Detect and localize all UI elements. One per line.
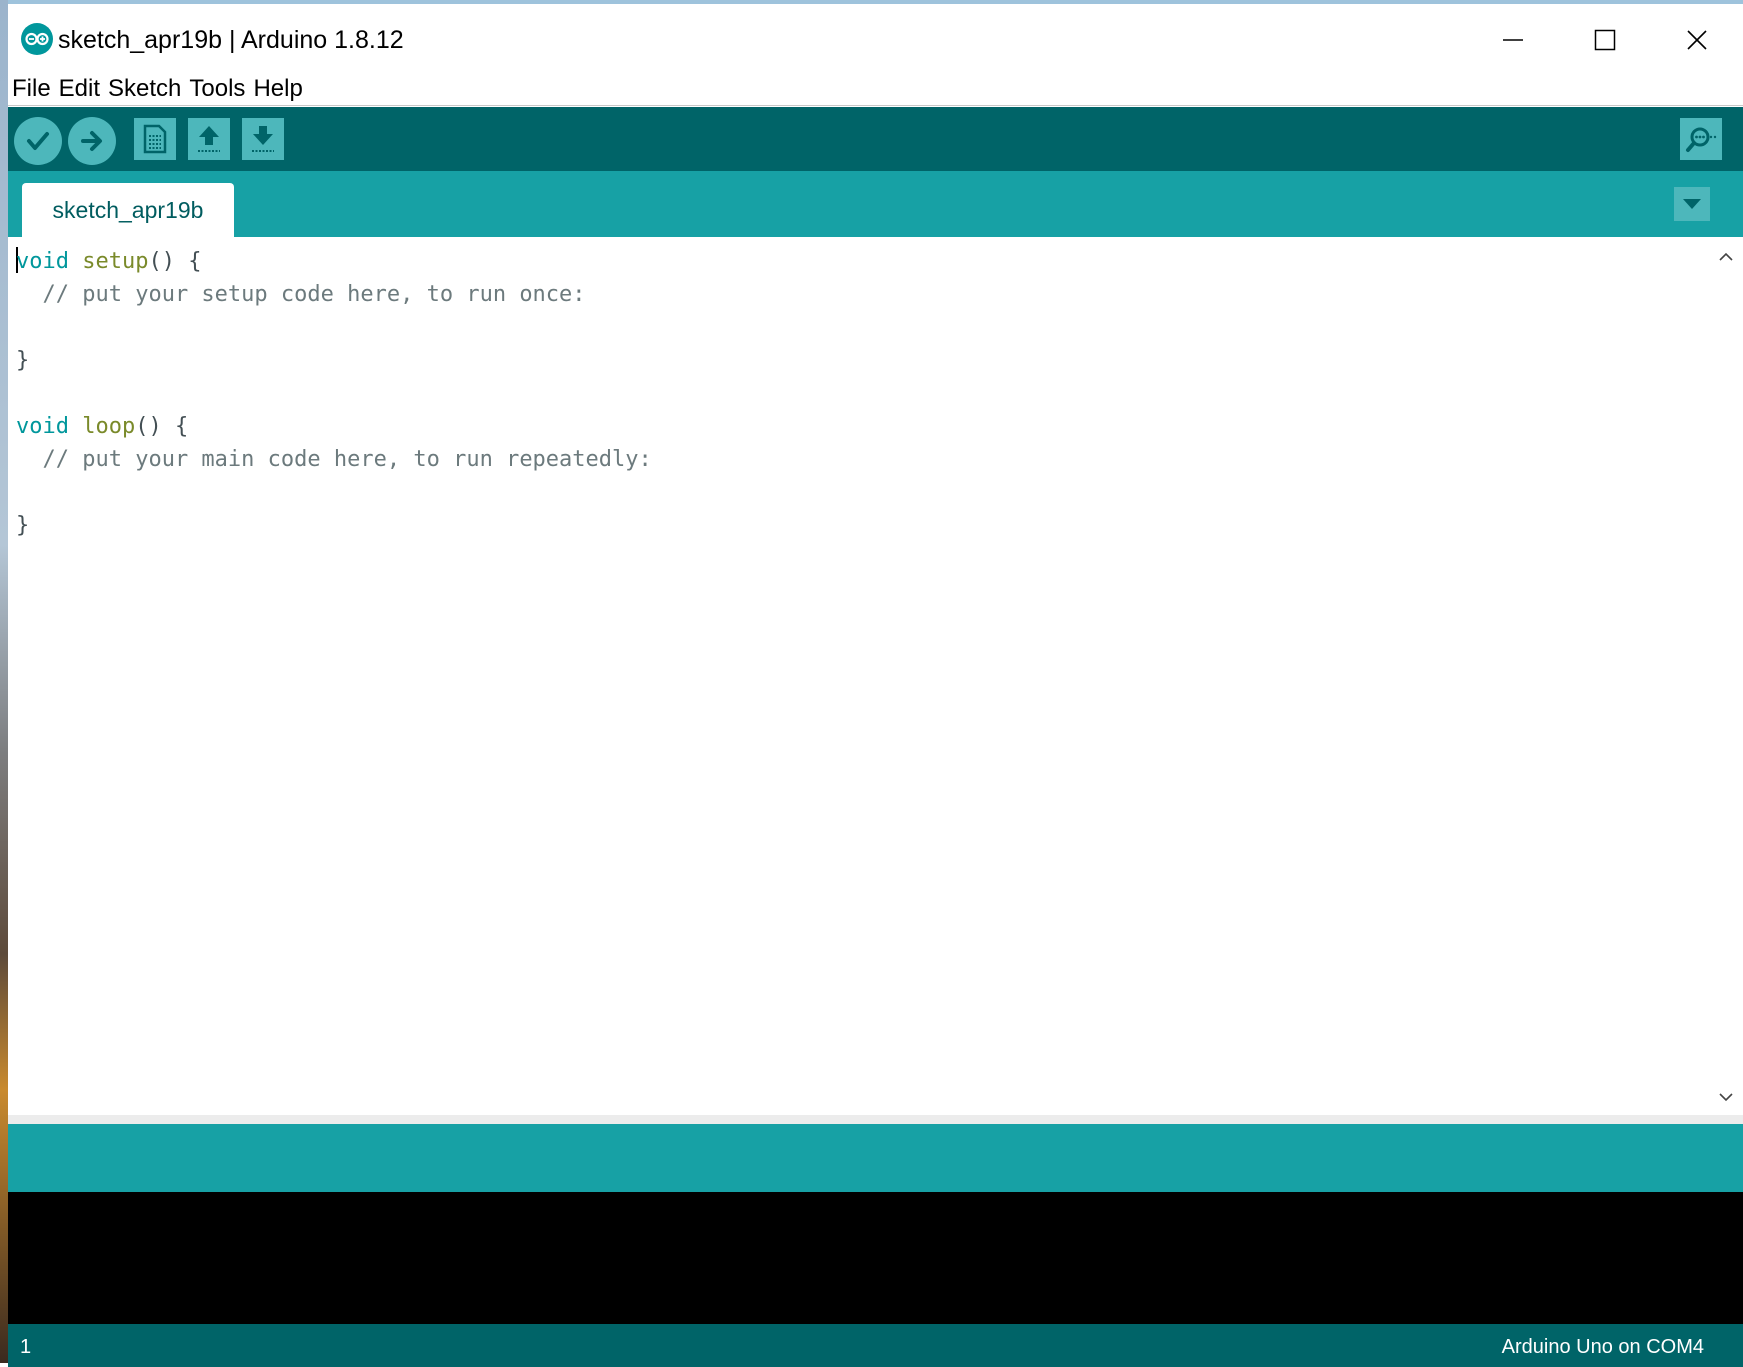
footer-bar: 1 Arduino Uno on COM4	[8, 1324, 1743, 1367]
code-comment: // put your setup code here, to run once…	[16, 282, 586, 307]
console-output[interactable]	[8, 1192, 1743, 1324]
menu-bar: File Edit Sketch Tools Help	[8, 72, 1743, 106]
pane-splitter[interactable]	[8, 1115, 1743, 1124]
close-icon	[1687, 30, 1707, 50]
arrow-up-icon	[198, 126, 220, 152]
status-bar	[8, 1124, 1743, 1192]
code-keyword: void	[16, 414, 69, 439]
tab-sketch[interactable]: sketch_apr19b	[22, 183, 234, 237]
code-function: loop	[82, 414, 136, 439]
minimize-button[interactable]	[1467, 12, 1559, 68]
maximize-button[interactable]	[1559, 12, 1651, 68]
serial-monitor-button[interactable]	[1680, 118, 1722, 160]
check-icon	[27, 132, 49, 150]
editor-scrollbar[interactable]	[1708, 237, 1743, 1115]
magnifier-icon	[1686, 127, 1717, 152]
code-editor[interactable]: void setup() { // put your setup code he…	[8, 237, 1708, 1115]
line-number: 1	[20, 1336, 32, 1358]
close-button[interactable]	[1651, 12, 1743, 68]
menu-file[interactable]: File	[12, 75, 51, 103]
save-sketch-button[interactable]	[242, 118, 284, 160]
code-text: () {	[135, 414, 189, 439]
triangle-down-icon	[1683, 199, 1701, 209]
toolbar	[8, 107, 1743, 171]
minimize-icon	[1503, 39, 1523, 41]
desktop-background	[0, 0, 8, 1363]
code-text: () {	[148, 249, 202, 274]
document-icon	[143, 124, 167, 154]
code-line: }	[16, 513, 30, 538]
menu-edit[interactable]: Edit	[59, 75, 100, 103]
code-comment: // put your main code here, to run repea…	[16, 447, 652, 472]
open-sketch-button[interactable]	[188, 118, 230, 160]
maximize-icon	[1594, 29, 1616, 51]
arduino-window: sketch_apr19b | Arduino 1.8.12 File Edit…	[8, 0, 1743, 1367]
verify-button[interactable]	[14, 117, 62, 165]
menu-sketch[interactable]: Sketch	[108, 75, 181, 103]
menu-tools[interactable]: Tools	[189, 75, 245, 103]
upload-button[interactable]	[68, 117, 116, 165]
tab-menu-button[interactable]	[1674, 187, 1710, 221]
tab-bar: sketch_apr19b	[8, 171, 1743, 237]
board-port-info: Arduino Uno on COM4	[1501, 1336, 1704, 1358]
code-line: }	[16, 348, 30, 373]
code-keyword: void	[16, 249, 69, 274]
arduino-logo-icon	[21, 23, 53, 55]
title-bar[interactable]: sketch_apr19b | Arduino 1.8.12	[8, 8, 1743, 72]
new-sketch-button[interactable]	[134, 118, 176, 160]
arrow-down-icon	[252, 126, 274, 152]
scroll-down-icon[interactable]	[1716, 1087, 1736, 1107]
window-title: sketch_apr19b | Arduino 1.8.12	[58, 26, 404, 54]
menu-help[interactable]: Help	[253, 75, 302, 103]
code-function: setup	[82, 249, 149, 274]
code-line: void loop() {	[16, 410, 188, 443]
arrow-right-icon	[81, 131, 102, 151]
scroll-up-icon[interactable]	[1716, 247, 1736, 267]
code-line: void setup() {	[16, 245, 201, 278]
